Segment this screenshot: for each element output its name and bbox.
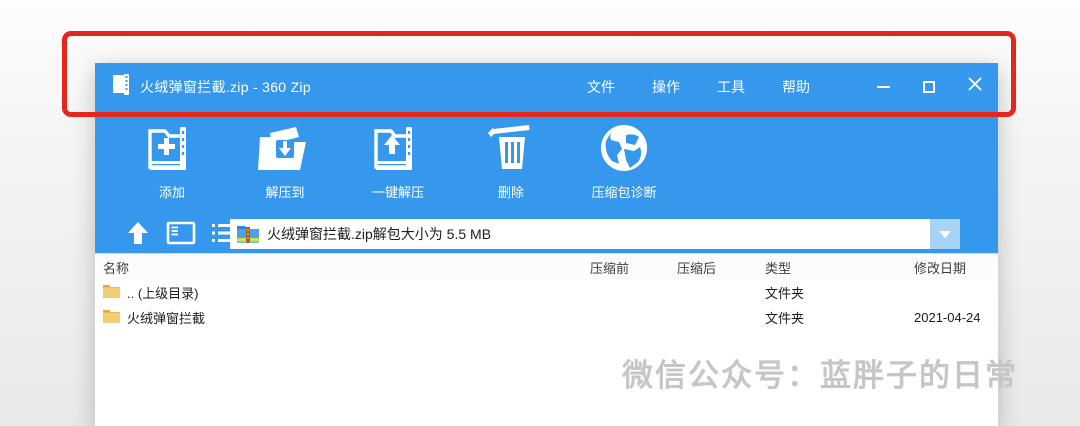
address-text: 火绒弹窗拦截.zip解包大小为 5.5 MB — [267, 226, 492, 242]
close-icon — [968, 77, 982, 96]
window-controls — [860, 63, 998, 110]
panel-view-icon[interactable] — [166, 221, 196, 250]
menu-file[interactable]: 文件 — [587, 77, 615, 97]
add-button[interactable]: 添加 — [124, 120, 220, 201]
folder-icon — [103, 309, 120, 326]
extract-to-button[interactable]: 解压到 — [237, 120, 333, 201]
maximize-icon — [923, 80, 935, 93]
menu-action[interactable]: 操作 — [652, 77, 680, 97]
one-click-extract-icon — [371, 120, 425, 176]
menu-tools[interactable]: 工具 — [717, 77, 745, 97]
up-arrow-icon[interactable] — [125, 220, 151, 251]
zip-folder-icon — [236, 222, 260, 247]
window-title: 火绒弹窗拦截.zip - 360 Zip — [140, 78, 311, 95]
maximize-button[interactable] — [906, 63, 952, 110]
file-name: .. (上级目录) — [127, 286, 199, 301]
screenshot-stage: 微信公众号：蓝胖子的日常 火绒弹窗拦截.zip - 360 Zip 文件 操作 … — [0, 0, 1080, 426]
menubar: 文件 操作 工具 帮助 — [587, 63, 810, 110]
table-row-folder[interactable]: 火绒弹窗拦截 文件夹 2021-04-24 — [95, 305, 998, 330]
column-header-type[interactable]: 类型 — [765, 258, 914, 277]
file-type: 文件夹 — [765, 286, 805, 301]
tool-label: 压缩包诊断 — [591, 185, 657, 200]
minimize-icon — [876, 85, 890, 88]
list-header-row: 名称 压缩前 压缩后 类型 修改日期 — [95, 254, 998, 280]
archive-diagnose-globe-icon — [599, 120, 649, 176]
delete-trash-icon — [485, 120, 537, 176]
titlebar-left: 火绒弹窗拦截.zip - 360 Zip — [95, 73, 311, 100]
archive-diagnose-button[interactable]: 压缩包诊断 — [576, 120, 672, 201]
add-archive-icon — [145, 120, 199, 176]
file-list: 名称 压缩前 压缩后 类型 修改日期 .. (上级目录) 文件夹 火绒弹窗拦截 … — [95, 253, 998, 426]
address-bar: 火绒弹窗拦截.zip解包大小为 5.5 MB — [230, 219, 960, 249]
tool-label: 一键解压 — [371, 185, 424, 200]
watermark-text: 微信公众号：蓝胖子的日常 — [622, 358, 1018, 393]
toolbar-buttons: 添加 解压到 一键解压 删除 压缩包诊断 — [95, 110, 998, 201]
navigation-bar: 火绒弹窗拦截.zip解包大小为 5.5 MB — [95, 215, 998, 255]
close-button[interactable] — [952, 63, 998, 110]
chevron-down-icon — [939, 230, 951, 238]
folder-icon — [103, 284, 120, 301]
tool-label: 添加 — [158, 185, 185, 200]
minimize-button[interactable] — [860, 63, 906, 110]
zip-document-icon — [112, 73, 131, 100]
delete-button[interactable]: 删除 — [463, 120, 559, 201]
one-click-extract-button[interactable]: 一键解压 — [350, 120, 446, 201]
date-modified: 2021-04-24 — [914, 310, 981, 325]
file-type: 文件夹 — [765, 311, 805, 326]
titlebar[interactable]: 火绒弹窗拦截.zip - 360 Zip 文件 操作 工具 帮助 — [95, 63, 998, 110]
toolbar: 添加 解压到 一键解压 删除 压缩包诊断 火绒弹窗拦截.zip解包大小为 5.5… — [95, 110, 998, 255]
menu-help[interactable]: 帮助 — [782, 77, 810, 97]
column-header-name[interactable]: 名称 — [95, 258, 590, 277]
column-header-date-modified[interactable]: 修改日期 — [914, 258, 998, 277]
address-dropdown-button[interactable] — [930, 219, 960, 249]
column-header-size-after[interactable]: 压缩后 — [677, 258, 765, 277]
nav-icons — [95, 220, 239, 251]
address-field[interactable]: 火绒弹窗拦截.zip解包大小为 5.5 MB — [230, 219, 930, 249]
tool-label: 解压到 — [265, 185, 305, 200]
table-row-parent-dir[interactable]: .. (上级目录) 文件夹 — [95, 280, 998, 305]
extract-to-icon — [256, 120, 314, 176]
column-header-size-before[interactable]: 压缩前 — [590, 258, 677, 277]
file-name: 火绒弹窗拦截 — [127, 311, 206, 326]
tool-label: 删除 — [497, 185, 524, 200]
